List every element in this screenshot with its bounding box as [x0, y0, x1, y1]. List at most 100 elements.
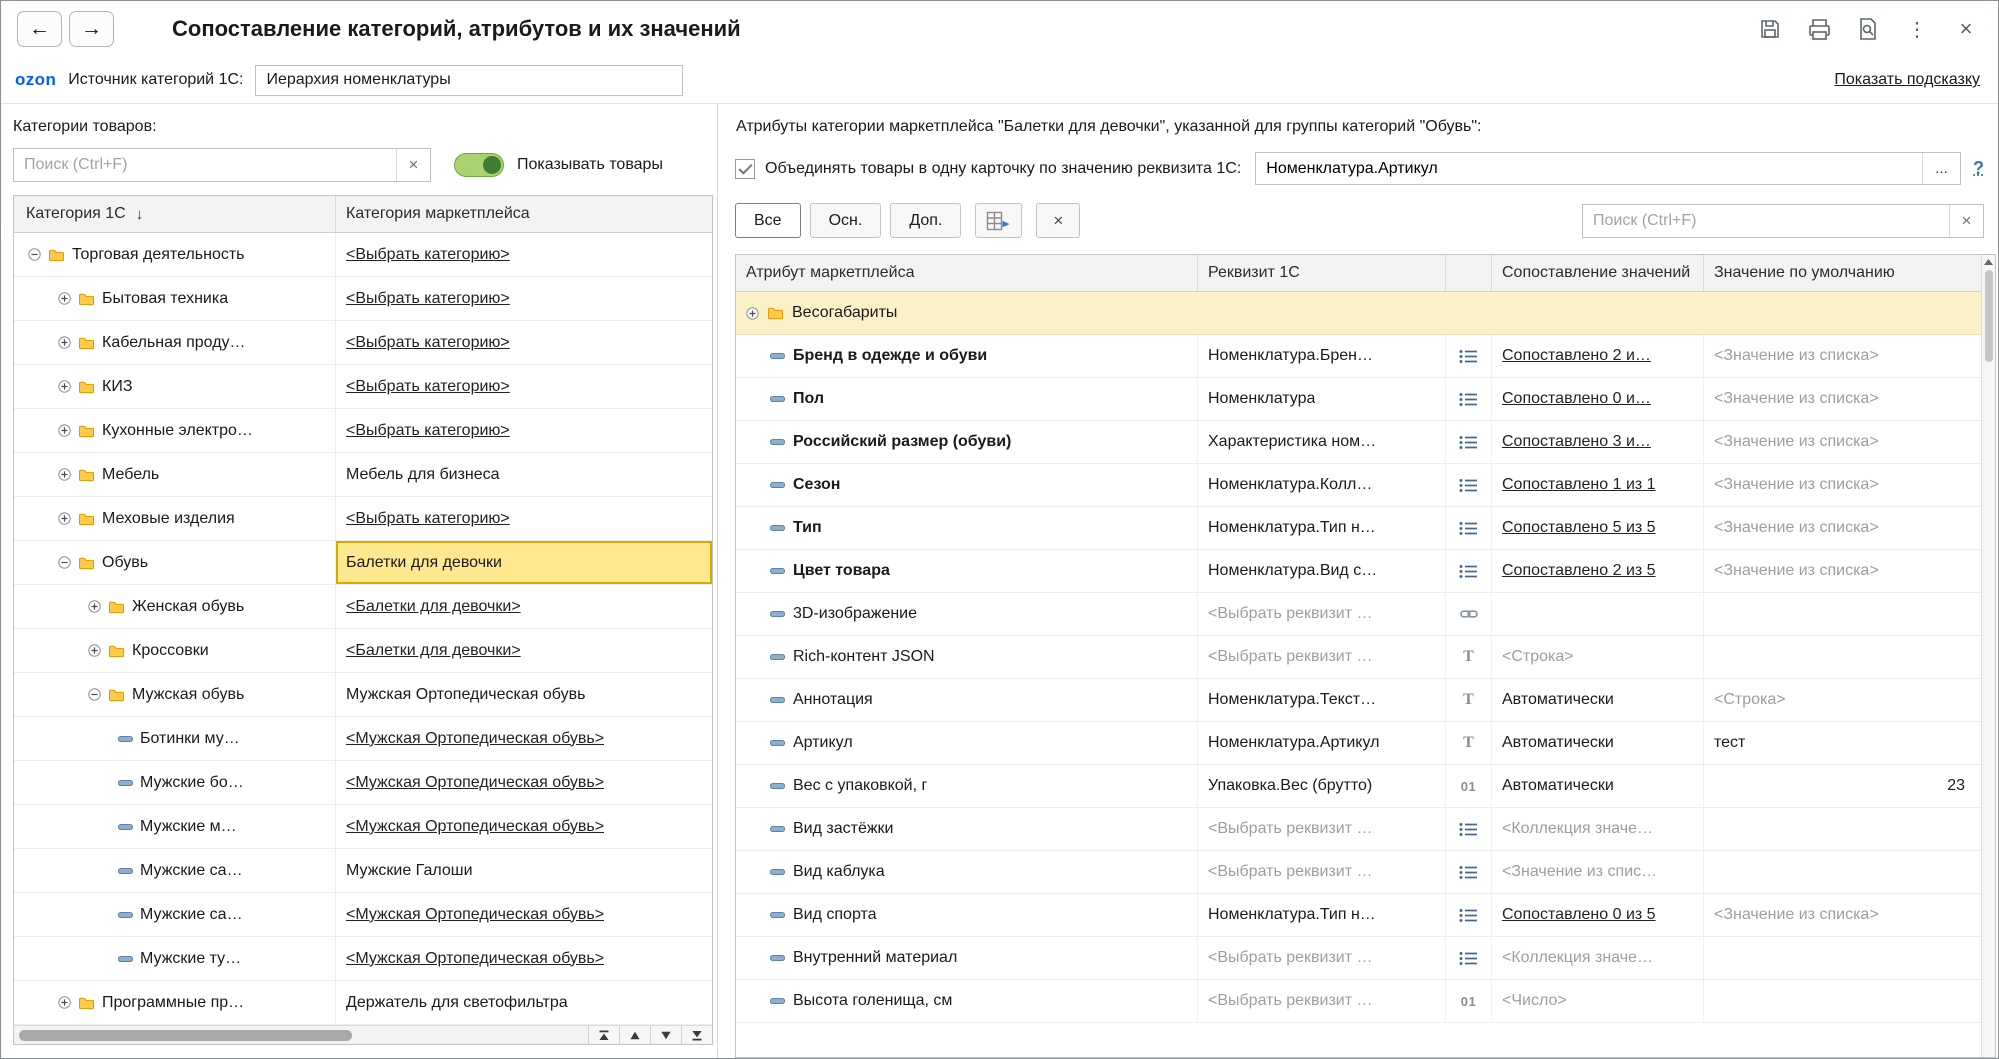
hscroll-thumb[interactable]	[19, 1030, 352, 1041]
value-list-icon[interactable]	[1459, 951, 1478, 966]
marketplace-category-link[interactable]: <Балетки для девочки>	[346, 598, 521, 616]
vscroll-thumb[interactable]	[1985, 270, 1993, 362]
back-button[interactable]: ←	[17, 11, 62, 47]
expand-icon[interactable]	[58, 380, 71, 393]
left-search-input[interactable]	[14, 149, 396, 181]
show-hint-link[interactable]: Показать подсказку	[1834, 71, 1980, 89]
value-list-icon[interactable]	[1459, 349, 1478, 364]
attribute-row[interactable]: Российский размер (обуви)Характеристика …	[736, 421, 1981, 464]
category-row[interactable]: Мужские са…Мужские Галоши	[14, 849, 712, 893]
rekvizit-value[interactable]: Номенклатура.Тип н…	[1208, 906, 1376, 924]
value-list-icon[interactable]	[1459, 564, 1478, 579]
value-list-icon[interactable]	[1459, 822, 1478, 837]
rekvizit-value[interactable]: <Выбрать реквизит …	[1208, 820, 1373, 838]
mapping-link[interactable]: Сопоставлено 2 из 5	[1502, 562, 1656, 580]
column-header-mapping[interactable]: Сопоставление значений	[1492, 255, 1704, 291]
attribute-row[interactable]: СезонНоменклатура.Колл…Сопоставлено 1 из…	[736, 464, 1981, 507]
collapse-icon[interactable]	[58, 556, 71, 569]
rekvizit-value[interactable]: Упаковка.Вес (брутто)	[1208, 777, 1372, 795]
marketplace-category-link[interactable]: <Мужская Ортопедическая обувь>	[346, 774, 604, 792]
value-list-icon[interactable]	[1459, 478, 1478, 493]
marketplace-category-cell[interactable]: <Выбрать категорию>	[336, 497, 712, 540]
marketplace-category-link[interactable]: <Выбрать категорию>	[346, 510, 510, 528]
clear-mapping-button[interactable]: ×	[1036, 203, 1080, 238]
marketplace-category-link[interactable]: <Выбрать категорию>	[346, 246, 510, 264]
value-list-icon[interactable]	[1459, 908, 1478, 923]
category-row[interactable]: Женская обувь<Балетки для девочки>	[14, 585, 712, 629]
category-row[interactable]: Кроссовки<Балетки для девочки>	[14, 629, 712, 673]
tab-main[interactable]: Осн.	[810, 203, 882, 238]
rekvizit-value[interactable]: <Выбрать реквизит …	[1208, 605, 1373, 623]
attribute-row[interactable]: ТипНоменклатура.Тип н…Сопоставлено 5 из …	[736, 507, 1981, 550]
category-source-input[interactable]	[255, 65, 683, 96]
marketplace-category-cell[interactable]: <Мужская Ортопедическая обувь>	[336, 937, 712, 980]
column-header-rekvizit[interactable]: Реквизит 1С	[1198, 255, 1446, 291]
column-header-marketplace-category[interactable]: Категория маркетплейса	[336, 196, 712, 232]
mapping-link[interactable]: Сопоставлено 3 и…	[1502, 433, 1651, 451]
attribute-row[interactable]: Вес с упаковкой, гУпаковка.Вес (брутто)0…	[736, 765, 1981, 808]
expand-icon[interactable]	[58, 424, 71, 437]
category-row[interactable]: Торговая деятельность<Выбрать категорию>	[14, 233, 712, 277]
attribute-row[interactable]: ПолНоменклатураСопоставлено 0 и…<Значени…	[736, 378, 1981, 421]
marketplace-category-link[interactable]: <Выбрать категорию>	[346, 334, 510, 352]
marketplace-category-link[interactable]: <Выбрать категорию>	[346, 378, 510, 396]
category-row[interactable]: Мужские ту…<Мужская Ортопедическая обувь…	[14, 937, 712, 981]
save-button[interactable]	[1756, 15, 1784, 43]
category-row[interactable]: Меховые изделия<Выбрать категорию>	[14, 497, 712, 541]
collapse-icon[interactable]	[28, 248, 41, 261]
vscroll-up-icon[interactable]	[1984, 255, 1993, 265]
rekvizit-value[interactable]: Номенклатура.Вид с…	[1208, 562, 1377, 580]
expand-icon[interactable]	[88, 644, 101, 657]
right-search-clear-button[interactable]: ×	[1949, 205, 1983, 237]
marketplace-category-cell[interactable]: <Выбрать категорию>	[336, 321, 712, 364]
tab-all[interactable]: Все	[735, 203, 801, 238]
scroll-top-button[interactable]	[588, 1026, 619, 1044]
attribute-row[interactable]: Высота голенища, см<Выбрать реквизит …01…	[736, 980, 1981, 1023]
right-search-input[interactable]	[1583, 205, 1949, 237]
marketplace-category-cell[interactable]: <Мужская Ортопедическая обувь>	[336, 893, 712, 936]
scroll-bottom-button[interactable]	[681, 1026, 712, 1044]
tab-additional[interactable]: Доп.	[890, 203, 961, 238]
scroll-down-button[interactable]	[650, 1026, 681, 1044]
marketplace-category-cell[interactable]: <Мужская Ортопедическая обувь>	[336, 717, 712, 760]
more-menu-button[interactable]: ⋮	[1903, 15, 1931, 43]
marketplace-category-cell[interactable]: <Выбрать категорию>	[336, 233, 712, 276]
category-row[interactable]: Мужские м…<Мужская Ортопедическая обувь>	[14, 805, 712, 849]
marketplace-category-cell[interactable]: <Выбрать категорию>	[336, 365, 712, 408]
marketplace-category-link[interactable]: <Мужская Ортопедическая обувь>	[346, 950, 604, 968]
print-button[interactable]	[1805, 15, 1833, 43]
rekvizit-value[interactable]: Номенклатура.Текст…	[1208, 691, 1376, 709]
mapping-link[interactable]: Сопоставлено 0 и…	[1502, 390, 1651, 408]
expand-icon[interactable]	[58, 512, 71, 525]
expand-icon[interactable]	[88, 600, 101, 613]
marketplace-category-link[interactable]: <Мужская Ортопедическая обувь>	[346, 730, 604, 748]
attribute-row[interactable]: Бренд в одежде и обувиНоменклатура.Брен……	[736, 335, 1981, 378]
marketplace-category-link[interactable]: <Мужская Ортопедическая обувь>	[346, 818, 604, 836]
rekvizit-value[interactable]: Номенклатура.Колл…	[1208, 476, 1372, 494]
collapse-icon[interactable]	[88, 688, 101, 701]
attribute-row[interactable]: Вид застёжки<Выбрать реквизит …<Коллекци…	[736, 808, 1981, 851]
category-row[interactable]: Ботинки му…<Мужская Ортопедическая обувь…	[14, 717, 712, 761]
attribute-row[interactable]: Вид каблука<Выбрать реквизит …<Значение …	[736, 851, 1981, 894]
attribute-row[interactable]: АртикулНоменклатура.АртикулTАвтоматическ…	[736, 722, 1981, 765]
marketplace-category-cell[interactable]: Балетки для девочки	[336, 541, 712, 584]
marketplace-category-cell[interactable]: <Мужская Ортопедическая обувь>	[336, 805, 712, 848]
attribute-row[interactable]: Rich-контент JSON<Выбрать реквизит …T<Ст…	[736, 636, 1981, 679]
value-list-icon[interactable]	[1459, 392, 1478, 407]
column-header-type[interactable]	[1446, 255, 1492, 291]
attribute-row[interactable]: Цвет товараНоменклатура.Вид с…Сопоставле…	[736, 550, 1981, 593]
rekvizit-value[interactable]: <Выбрать реквизит …	[1208, 648, 1373, 666]
marketplace-category-cell[interactable]: Держатель для светофильтра	[336, 981, 712, 1024]
column-header-attribute[interactable]: Атрибут маркетплейса	[736, 255, 1198, 291]
attribute-row[interactable]: Внутренний материал<Выбрать реквизит …<К…	[736, 937, 1981, 980]
attribute-row[interactable]: Вид спортаНоменклатура.Тип н…Сопоставлен…	[736, 894, 1981, 937]
category-row[interactable]: Бытовая техника<Выбрать категорию>	[14, 277, 712, 321]
value-list-icon[interactable]	[1459, 435, 1478, 450]
column-header-category-1c[interactable]: Категория 1С ↓	[14, 196, 336, 232]
expand-icon[interactable]	[58, 996, 71, 1009]
scroll-up-button[interactable]	[619, 1026, 650, 1044]
marketplace-category-cell[interactable]: <Балетки для девочки>	[336, 629, 712, 672]
fill-values-button[interactable]	[975, 203, 1022, 238]
marketplace-category-cell[interactable]: <Выбрать категорию>	[336, 277, 712, 320]
marketplace-category-cell[interactable]: <Балетки для девочки>	[336, 585, 712, 628]
